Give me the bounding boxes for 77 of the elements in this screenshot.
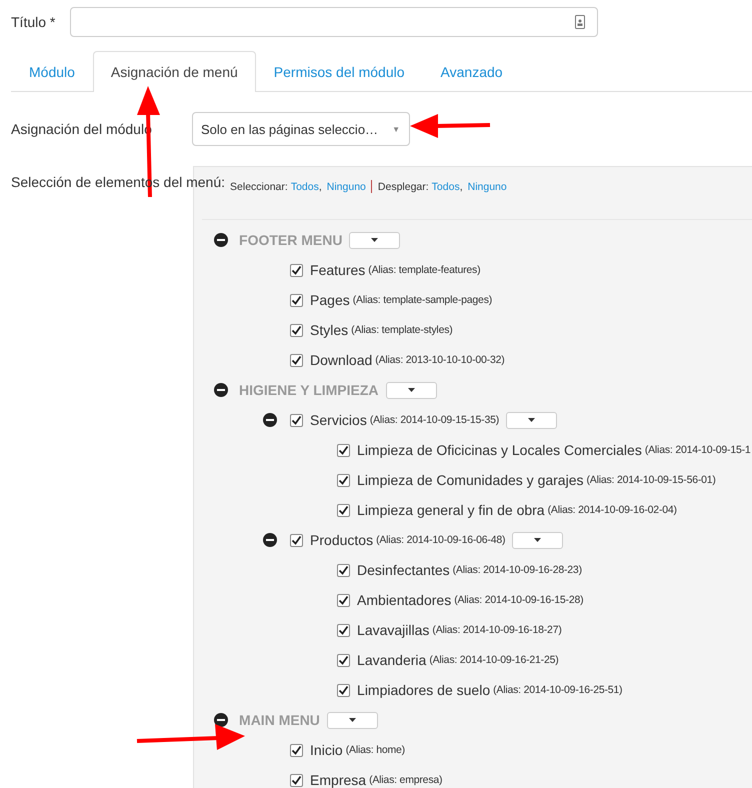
menu-item-alias: (Alias: 2014-10-09-15-15-35) (370, 414, 500, 426)
menu-item-alias: (Alias: 2014-10-09-16-25-51) (493, 684, 622, 696)
menu-item-alias: (Alias: 2014-10-09-16-06-48) (376, 534, 506, 546)
caret-icon (371, 238, 378, 242)
menu-item-alias: (Alias: 2014-10-09-16-02-04) (548, 504, 677, 516)
collapse-icon[interactable] (263, 533, 278, 547)
checkbox[interactable] (337, 474, 350, 486)
menu-item-alias: (Alias: template-styles) (351, 324, 453, 336)
checkbox[interactable] (337, 564, 350, 576)
checkbox[interactable] (337, 684, 350, 696)
caret-icon (528, 418, 536, 422)
checkbox[interactable] (290, 354, 304, 366)
checkbox[interactable] (337, 624, 350, 636)
menu-item-title: Servicios (310, 412, 367, 428)
menu-item-title: Pages (310, 292, 350, 308)
menu-item-alias: (Alias: empresa) (369, 774, 442, 786)
menu-title: MAIN MENU (239, 712, 320, 728)
caret-icon (348, 718, 356, 722)
menu-item-title: Productos (310, 532, 374, 548)
menu-item-title: Limpieza de Oficicinas y Locales Comerciales (357, 442, 642, 458)
checkbox[interactable] (290, 534, 304, 546)
menu-item-alias: (Alias: 2014-10-09-16-21-25) (429, 654, 559, 666)
menu-item-alias: (Alias: 2014-10-09-15-56-01) (586, 474, 716, 486)
title-input-field[interactable] (70, 7, 598, 37)
module-assignment-dropdown[interactable]: Solo en las páginas seleccio… ▼ (192, 112, 410, 146)
menu-title: FOOTER MENU (239, 232, 342, 248)
tab[interactable]: Permisos del módulo (256, 51, 423, 91)
select-label: Seleccionar: (230, 180, 288, 192)
menu-item-title: Lavanderia (357, 652, 426, 668)
menu-item-title: Desinfectantes (357, 562, 450, 578)
expand-link[interactable]: Todos (432, 180, 460, 192)
caret-icon (408, 388, 415, 392)
collapse-icon[interactable] (214, 713, 228, 727)
menu-item-alias: (Alias: 2014-10-09-16-18-27) (432, 624, 562, 636)
checkbox[interactable] (290, 264, 304, 276)
title-label: Título * (11, 14, 56, 30)
comma: , (318, 180, 322, 192)
menu-item-alias: (Alias: 2014-10-09-15-1 (644, 444, 751, 456)
menu-item-title: Lavavajillas (357, 622, 430, 638)
caret-icon (534, 538, 542, 542)
contact-card-icon (575, 15, 586, 29)
select-link[interactable]: Todos (290, 180, 319, 192)
checkbox[interactable] (290, 744, 304, 756)
tab[interactable]: Asignación de menú (92, 51, 256, 92)
menu-item-title: Limpieza general y fin de obra (357, 502, 545, 518)
menu-item-alias: (Alias: home) (346, 744, 405, 756)
comma: , (460, 180, 463, 192)
menu-item-title: Limpieza de Comunidades y garajes (357, 472, 584, 488)
menu-item-title: Empresa (310, 772, 366, 788)
expand-label: Desplegar: (378, 180, 429, 192)
checkbox[interactable] (337, 594, 350, 606)
collapse-icon[interactable] (214, 233, 228, 247)
checkbox[interactable] (337, 654, 350, 666)
checkbox[interactable] (337, 444, 350, 456)
checkbox[interactable] (337, 504, 350, 516)
checkbox[interactable] (290, 294, 304, 306)
checkbox[interactable] (290, 414, 304, 426)
menu-item-title: Inicio (310, 742, 343, 758)
menu-item-alias: (Alias: template-sample-pages) (352, 294, 492, 306)
menu-item-alias: (Alias: 2014-10-09-16-15-28) (454, 594, 584, 606)
menu-item-title: Styles (310, 322, 348, 338)
select-link[interactable]: Ninguno (326, 180, 366, 192)
menu-item-title: Limpiadores de suelo (357, 682, 490, 698)
checkbox[interactable] (290, 774, 304, 786)
tab[interactable]: Avanzado (422, 51, 521, 91)
menu-item-title: Ambientadores (357, 592, 452, 608)
menu-item-title: Features (310, 262, 366, 278)
menu-item-alias: (Alias: 2014-10-09-16-28-23) (452, 564, 582, 576)
tab[interactable]: Módulo (11, 51, 93, 91)
menu-item-alias: (Alias: template-features) (368, 264, 480, 276)
collapse-icon[interactable] (214, 383, 228, 397)
expand-link[interactable]: Ninguno (468, 180, 507, 192)
menu-title: HIGIENE Y LIMPIEZA (239, 382, 379, 398)
menu-item-title: Download (310, 352, 372, 368)
collapse-icon[interactable] (263, 413, 278, 427)
menu-item-alias: (Alias: 2013-10-10-10-00-32) (375, 354, 505, 366)
checkbox[interactable] (290, 324, 304, 336)
